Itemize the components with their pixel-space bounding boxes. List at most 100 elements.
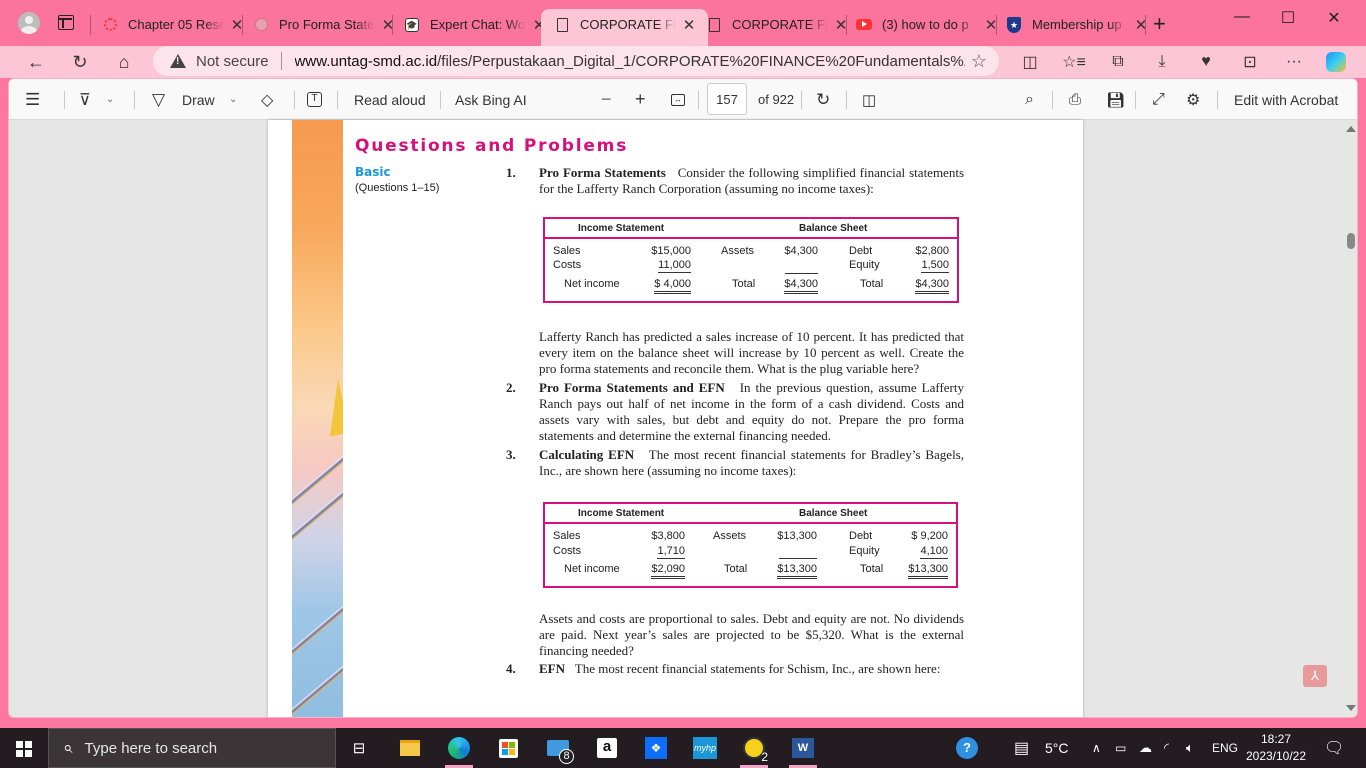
close-icon[interactable]: ✕ [682, 16, 696, 34]
collections-icon[interactable]: ⧉ [1104, 50, 1132, 74]
question-text: EFN The most recent financial statements… [539, 661, 964, 677]
tab-label: Chapter 05 Reso [128, 17, 224, 32]
rotate-icon[interactable]: ↻ [816, 79, 830, 120]
tab-corporate-finance-2[interactable]: CORPORATE FIN ✕ [706, 9, 848, 40]
divider [134, 91, 135, 109]
myhp-icon[interactable]: myhp [687, 732, 723, 764]
page-view-icon[interactable]: ◫ [862, 79, 876, 120]
edit-with-acrobat-button[interactable]: Edit with Acrobat [1234, 79, 1338, 120]
tab-label: (3) how to do p [882, 17, 969, 32]
financial-statement-table: Income Statement Balance Sheet Sales $3,… [543, 502, 958, 588]
tab-expert-chat[interactable]: 🎓 Expert Chat: Wo ✕ [404, 9, 546, 40]
scroll-up-arrow[interactable] [1346, 126, 1356, 132]
tab-corporate-finance-active[interactable]: CORPORATE FIN ✕ [541, 9, 708, 46]
divider [1052, 91, 1053, 109]
page-number-input[interactable]: 157 [707, 83, 747, 115]
print-icon[interactable]: ⎙ [1069, 79, 1081, 120]
question-title: Calculating EFN [539, 447, 635, 462]
question-title: Pro Forma Statements and EFN [539, 380, 725, 395]
app-with-badge-icon[interactable]: 2 [736, 732, 772, 768]
fit-to-width-icon[interactable]: ↔ [671, 79, 685, 120]
volume-icon[interactable]: 🔈︎ [1186, 728, 1194, 768]
highlight-icon[interactable]: ⊽ [79, 79, 91, 120]
close-window-button[interactable]: ✕ [1311, 8, 1357, 27]
tab-label: CORPORATE FIN [732, 17, 828, 32]
downloads-icon[interactable]: ⤓ [1148, 50, 1176, 74]
favorite-star-icon[interactable]: ☆ [971, 51, 987, 72]
eraser-icon[interactable]: ◇ [261, 79, 273, 120]
refresh-button[interactable]: ↻ [66, 49, 94, 75]
new-tab-button[interactable]: + [1153, 11, 1166, 37]
show-hidden-icons[interactable]: ∧ [1092, 728, 1101, 768]
copilot-icon[interactable] [1322, 50, 1350, 74]
sidebar-toggle-icon[interactable]: ⊡ [1236, 50, 1264, 74]
amazon-icon[interactable]: a [589, 732, 625, 764]
zoom-out-button[interactable]: − [601, 79, 612, 120]
notifications-icon[interactable]: 🗨︎ [1324, 728, 1344, 768]
clock[interactable]: 18:27 2023/10/22 [1246, 728, 1306, 768]
wifi-icon[interactable]: ◜ [1164, 728, 1169, 768]
tab-chapter-05[interactable]: Chapter 05 Reso ✕ [102, 9, 244, 40]
page-total: of 922 [758, 92, 795, 107]
tab-youtube[interactable]: (3) how to do p ✕ [856, 9, 998, 40]
start-button[interactable] [16, 741, 32, 757]
draw-icon[interactable]: ▽ [152, 79, 165, 120]
taskbar-search[interactable]: ⌕ Type here to search [48, 728, 336, 768]
sales-value: $15,000 [651, 245, 691, 257]
search-icon[interactable]: ⌕ [1025, 79, 1034, 120]
security-indicator[interactable]: Not secure [196, 53, 269, 70]
question-number: 2. [506, 380, 516, 395]
minimize-button[interactable]: — [1219, 8, 1265, 26]
mail-icon[interactable]: 8 [540, 732, 576, 764]
acrobat-icon[interactable]: ⅄ [1303, 665, 1327, 687]
draw-button[interactable]: Draw [182, 79, 215, 120]
net-income-label: Net income [564, 563, 620, 575]
file-explorer-icon[interactable] [392, 732, 428, 764]
favorites-icon[interactable]: ☆≡ [1060, 50, 1088, 74]
word-icon[interactable]: W [785, 732, 821, 768]
read-aloud-button[interactable]: Read aloud [354, 79, 426, 120]
balance-sheet-header: Balance Sheet [799, 508, 868, 519]
task-view-icon[interactable]: ⊟ [341, 732, 377, 764]
vertical-scrollbar-thumb[interactable] [1347, 233, 1355, 249]
table-body: Sales $15,000 Costs 11,000 Net income $ … [545, 239, 957, 303]
split-screen-icon[interactable]: ◫ [1016, 50, 1044, 74]
chevron-down-icon[interactable]: ⌄ [106, 79, 114, 120]
tab-separator [846, 15, 847, 35]
battery-icon[interactable]: ▭ [1115, 728, 1126, 768]
maximize-button[interactable]: ☐ [1265, 8, 1311, 27]
microsoft-store-icon[interactable] [490, 732, 526, 764]
text-box-icon[interactable]: T [307, 79, 322, 120]
tab-membership[interactable]: ★ Membership up ✕ [1006, 9, 1148, 40]
onedrive-cloud-icon[interactable]: ☁ [1139, 728, 1152, 768]
weather-temperature[interactable]: 5°C [1045, 728, 1069, 768]
address-bar[interactable]: Not secure www.untag-smd.ac.id/files/Per… [153, 46, 999, 76]
decorative-artwork [292, 120, 343, 717]
chevron-down-icon[interactable]: ⌄ [229, 79, 237, 120]
news-widget-icon[interactable]: ▤ [1014, 728, 1029, 768]
zoom-in-button[interactable]: + [635, 79, 646, 120]
divider [280, 52, 282, 70]
edge-browser-icon[interactable] [441, 732, 477, 768]
table-header: Income Statement Balance Sheet [545, 219, 957, 239]
settings-gear-icon[interactable]: ⚙ [1186, 79, 1200, 120]
question-text: Pro Forma Statements and EFN In the prev… [539, 380, 964, 444]
input-language[interactable]: ENG [1212, 728, 1238, 768]
tab-actions-icon[interactable] [58, 15, 74, 30]
help-icon[interactable]: ? [956, 728, 978, 768]
scroll-down-arrow[interactable] [1346, 705, 1356, 711]
dropbox-icon[interactable]: ❖ [638, 732, 674, 764]
contents-icon[interactable]: ☰ [25, 79, 40, 120]
profile-avatar[interactable] [18, 12, 40, 34]
tab-pro-forma[interactable]: Pro Forma State ✕ [253, 9, 395, 40]
fullscreen-icon[interactable]: ⤢ [1152, 79, 1165, 120]
back-button[interactable]: ← [22, 49, 50, 75]
browser-essentials-icon[interactable]: ♥ [1192, 50, 1220, 74]
home-button[interactable]: ⌂ [110, 49, 138, 75]
ask-bing-ai-button[interactable]: Ask Bing AI [455, 79, 527, 120]
url-text[interactable]: www.untag-smd.ac.id/files/Perpustakaan_D… [295, 53, 965, 70]
divider [846, 91, 847, 109]
clock-date: 2023/10/22 [1245, 749, 1307, 763]
save-icon[interactable]: 💾︎ [1106, 79, 1125, 120]
more-menu-icon[interactable]: ··· [1280, 50, 1308, 74]
